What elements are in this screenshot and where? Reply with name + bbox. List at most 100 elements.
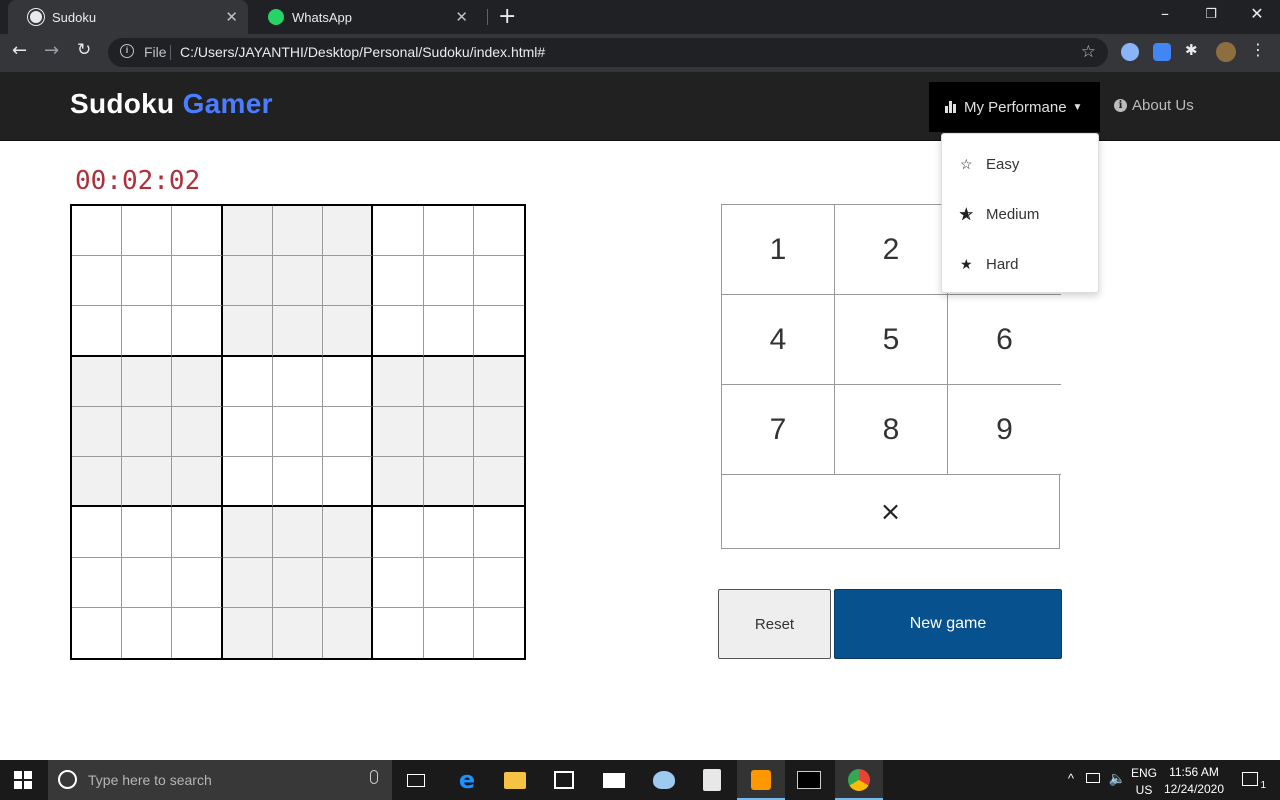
about-us-link[interactable]: i About Us bbox=[1114, 97, 1194, 114]
sudoku-cell[interactable] bbox=[172, 406, 223, 458]
address-bar[interactable]: i File C:/Users/JAYANTHI/Desktop/Persona… bbox=[108, 38, 1108, 67]
sudoku-cell[interactable] bbox=[272, 557, 324, 608]
sudoku-cell[interactable] bbox=[423, 256, 474, 307]
sudoku-cell[interactable] bbox=[423, 406, 474, 458]
sudoku-cell[interactable] bbox=[272, 607, 324, 658]
sudoku-cell[interactable] bbox=[72, 256, 123, 307]
sudoku-cell[interactable] bbox=[72, 306, 123, 357]
sublime-text-icon[interactable] bbox=[749, 768, 773, 792]
minimize-button[interactable]: – bbox=[1142, 4, 1188, 23]
sudoku-cell[interactable] bbox=[473, 507, 524, 558]
sudoku-cell[interactable] bbox=[122, 457, 173, 508]
sudoku-cell[interactable] bbox=[473, 356, 524, 407]
sudoku-cell[interactable] bbox=[423, 507, 474, 558]
sudoku-cell[interactable] bbox=[172, 607, 223, 658]
extensions-puzzle-icon[interactable]: ✱ bbox=[1185, 41, 1203, 59]
paint-icon[interactable] bbox=[652, 768, 676, 792]
sudoku-cell[interactable] bbox=[373, 306, 424, 357]
sudoku-cell[interactable] bbox=[424, 607, 474, 658]
sudoku-cell[interactable] bbox=[373, 406, 424, 458]
menu-kebab-icon[interactable]: ⋮ bbox=[1250, 40, 1268, 59]
sudoku-cell[interactable] bbox=[473, 256, 524, 307]
sudoku-cell[interactable] bbox=[272, 306, 324, 357]
sudoku-cell[interactable] bbox=[423, 557, 474, 608]
sudoku-cell[interactable] bbox=[172, 206, 223, 257]
close-window-button[interactable]: ✕ bbox=[1234, 4, 1280, 23]
windows-start-icon[interactable] bbox=[14, 771, 32, 789]
sudoku-cell[interactable] bbox=[222, 256, 273, 307]
sudoku-cell[interactable] bbox=[373, 256, 424, 307]
sudoku-cell[interactable] bbox=[473, 406, 524, 458]
sudoku-cell[interactable] bbox=[122, 507, 173, 558]
sudoku-cell[interactable] bbox=[72, 356, 123, 407]
sudoku-cell[interactable] bbox=[72, 507, 123, 558]
sudoku-cell[interactable] bbox=[222, 406, 273, 458]
sudoku-cell[interactable] bbox=[122, 557, 173, 608]
sudoku-cell[interactable] bbox=[423, 457, 474, 508]
sudoku-cell[interactable] bbox=[122, 256, 173, 307]
dropdown-item-hard[interactable]: ★ Hard bbox=[960, 254, 1019, 274]
sudoku-cell[interactable] bbox=[473, 306, 524, 357]
extension-target-icon[interactable] bbox=[1153, 43, 1171, 61]
sudoku-cell[interactable] bbox=[373, 557, 424, 608]
my-performance-dropdown-button[interactable]: My Performane ▼ bbox=[929, 82, 1100, 132]
sudoku-cell[interactable] bbox=[473, 206, 524, 257]
sudoku-cell[interactable] bbox=[222, 306, 273, 357]
sudoku-cell[interactable] bbox=[122, 607, 173, 658]
sudoku-cell[interactable] bbox=[323, 607, 374, 658]
url-text[interactable]: C:/Users/JAYANTHI/Desktop/Personal/Sudok… bbox=[180, 44, 545, 60]
sudoku-cell[interactable] bbox=[272, 457, 324, 508]
sudoku-cell[interactable] bbox=[323, 406, 374, 458]
sudoku-cell[interactable] bbox=[323, 206, 374, 257]
sudoku-cell[interactable] bbox=[272, 206, 324, 257]
store-icon[interactable] bbox=[552, 768, 576, 792]
sudoku-cell[interactable] bbox=[72, 206, 123, 257]
edge-browser-icon[interactable]: e bbox=[455, 766, 479, 794]
sudoku-cell[interactable] bbox=[323, 306, 374, 357]
bookmark-star-icon[interactable]: ☆ bbox=[1081, 42, 1096, 62]
system-clock[interactable]: 11:56 AM 12/24/2020 bbox=[1164, 764, 1224, 798]
sudoku-cell[interactable] bbox=[172, 306, 223, 357]
sudoku-cell[interactable] bbox=[122, 356, 173, 407]
notification-icon[interactable] bbox=[1242, 772, 1258, 786]
sudoku-cell[interactable] bbox=[172, 356, 223, 407]
volume-icon[interactable]: 🔈 bbox=[1109, 770, 1126, 787]
sudoku-cell[interactable] bbox=[172, 457, 223, 508]
reset-button[interactable]: Reset bbox=[718, 589, 831, 659]
sudoku-cell[interactable] bbox=[272, 406, 324, 458]
sudoku-cell[interactable] bbox=[323, 356, 374, 407]
numpad-key-9[interactable]: 9 bbox=[948, 385, 1061, 475]
sudoku-cell[interactable] bbox=[172, 507, 223, 558]
extension-alarm-icon[interactable] bbox=[1121, 43, 1139, 61]
numpad-key-8[interactable]: 8 bbox=[835, 385, 948, 475]
tab-whatsapp[interactable]: WhatsApp ✕ bbox=[248, 0, 488, 34]
sudoku-cell[interactable] bbox=[72, 557, 123, 608]
sudoku-cell[interactable] bbox=[272, 356, 324, 407]
sudoku-cell[interactable] bbox=[323, 457, 374, 508]
sudoku-cell[interactable] bbox=[72, 607, 123, 658]
reload-icon[interactable]: ↻ bbox=[77, 40, 91, 60]
profile-avatar[interactable] bbox=[1216, 42, 1236, 62]
sudoku-cell[interactable] bbox=[323, 557, 374, 608]
battery-icon[interactable] bbox=[1086, 773, 1100, 783]
sudoku-cell[interactable] bbox=[272, 256, 324, 307]
python-idle-icon[interactable] bbox=[700, 768, 724, 792]
info-icon[interactable]: i bbox=[120, 44, 134, 58]
close-tab-icon[interactable]: ✕ bbox=[225, 8, 238, 26]
sudoku-cell[interactable] bbox=[122, 206, 173, 257]
sudoku-cell[interactable] bbox=[323, 256, 374, 307]
sudoku-cell[interactable] bbox=[373, 507, 424, 558]
file-explorer-icon[interactable] bbox=[503, 768, 527, 792]
sudoku-cell[interactable] bbox=[373, 206, 424, 257]
sudoku-cell[interactable] bbox=[222, 356, 273, 407]
sudoku-cell[interactable] bbox=[122, 306, 173, 357]
sudoku-cell[interactable] bbox=[423, 356, 474, 407]
numpad-key-6[interactable]: 6 bbox=[948, 295, 1061, 385]
forward-icon[interactable]: → bbox=[44, 40, 59, 61]
sudoku-cell[interactable] bbox=[72, 406, 123, 458]
sudoku-cell[interactable] bbox=[222, 457, 273, 508]
sudoku-cell[interactable] bbox=[373, 356, 424, 407]
erase-button[interactable]: × bbox=[722, 475, 1059, 548]
restore-button[interactable]: ❐ bbox=[1188, 7, 1234, 22]
mail-icon[interactable] bbox=[602, 768, 626, 792]
